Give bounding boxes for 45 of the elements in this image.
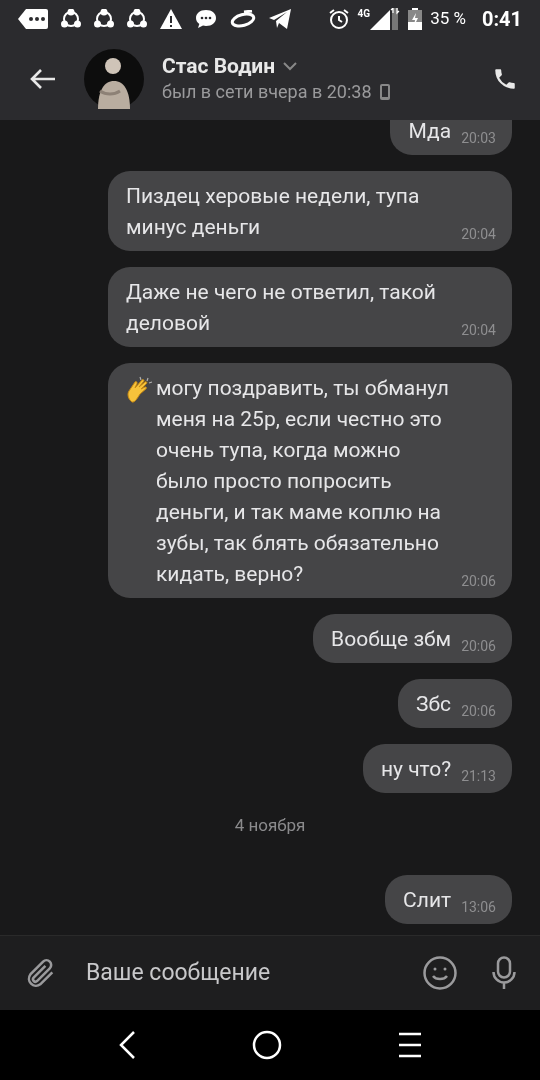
battery-percent: 35 % [430,7,466,31]
message-text: Вообще збм [331,626,452,653]
nav-menu-icon[interactable] [398,1032,422,1058]
chevron-down-icon[interactable] [283,61,298,71]
chat-icon [195,9,217,29]
message-time: 20:06 [461,637,496,656]
message-text: ну что? [380,756,452,783]
message-text: Збс [416,691,452,718]
contact-name[interactable]: Стас Водин [162,53,276,79]
share-icon [61,9,81,29]
message-input[interactable]: Ваше сообщение [86,955,422,991]
share-icon [127,9,147,29]
alarm-icon [327,8,350,30]
signal-icon [370,8,401,30]
avatar[interactable] [84,49,144,109]
message-time: 20:06 [461,702,496,721]
message-time: 20:04 [461,225,496,244]
share-icon [94,9,114,29]
nav-home-icon[interactable] [252,1030,282,1060]
message-time: 13:06 [461,897,496,917]
message-text: Даже не чего не ответил, такой деловой [126,279,437,337]
message-time: 20:04 [461,321,496,340]
message-time: 20:06 [461,572,496,591]
message-time: 20:03 [461,129,496,148]
message-time: 21:13 [461,767,496,786]
back-arrow-icon [30,68,56,90]
clock: 0:41 [481,6,522,33]
message-text: могу поздравить, ты обманул меня на 25р, если честно это очень тупа, когда можно было просто попросить деньги, и так маме коплю на зубы, так блять обязательно кидать, верно? [156,375,450,588]
warning-icon [160,9,182,29]
battery-icon [408,8,423,30]
network-type: 4G [357,9,371,19]
message-text: Слит [403,886,452,914]
telegram-icon [269,9,291,29]
nav-back-icon[interactable] [118,1030,136,1060]
phone-device-icon [379,84,390,100]
clapping-hands-icon [126,376,154,404]
date-separator: 4 ноября [234,814,306,837]
message-composer[interactable]: Ваше сообщение [0,935,540,1010]
microphone-icon[interactable] [492,956,516,990]
last-seen-status: был в сети вчера в 20:38 [162,80,372,104]
phone-icon [492,66,518,92]
message-text: Мда [408,120,452,145]
notification-icon [18,9,48,29]
emoji-icon[interactable] [422,955,458,991]
message-text: Пиздец херовые недели, тупа минус деньги [126,183,421,241]
